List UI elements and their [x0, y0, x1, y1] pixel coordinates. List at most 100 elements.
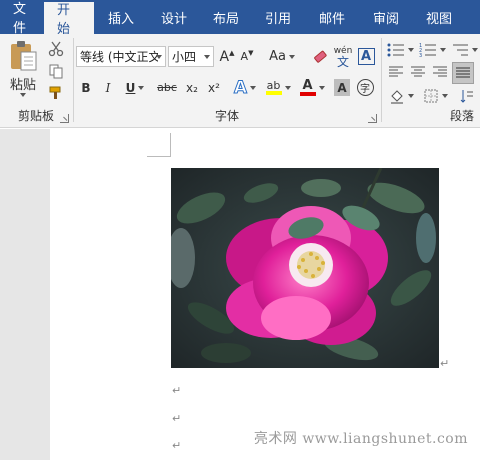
multilevel-list-button[interactable] [450, 40, 478, 60]
down-arrow-icon: ▼ [248, 48, 254, 57]
paragraph-group-label: 段落 [449, 109, 474, 123]
font-name-dropdown[interactable]: 等线 (中文正文 [76, 46, 166, 67]
chevron-down-icon [138, 85, 145, 90]
align-center-button[interactable] [408, 62, 428, 82]
subscript-button[interactable]: x₂ [182, 77, 202, 98]
ribbon: 粘贴 剪贴板 等线 (中文正文 小四 A ▲ A ▼ Aa wén 文 A B … [0, 34, 480, 128]
tab-mailings[interactable]: 邮件 [304, 0, 360, 34]
rose-image [171, 168, 439, 368]
character-shading-label: A [334, 79, 350, 96]
highlight-color-swatch [265, 91, 282, 95]
justify-button[interactable] [452, 62, 474, 84]
tab-references[interactable]: 引用 [252, 0, 304, 34]
sort-icon [460, 90, 473, 103]
enclose-characters-label: 字 [356, 79, 374, 96]
tab-view[interactable]: 视图 [412, 0, 466, 34]
bold-button[interactable]: B [76, 77, 96, 98]
paragraph-mark: ↵ [172, 439, 182, 452]
bullets-button[interactable] [386, 40, 414, 60]
chevron-down-icon [156, 55, 162, 59]
eraser-icon [314, 50, 327, 63]
chevron-down-icon [250, 85, 257, 90]
chevron-down-icon [471, 48, 478, 52]
bold-label: B [81, 80, 91, 95]
font-name-value: 等线 (中文正文 [80, 50, 158, 64]
align-center-icon [411, 66, 425, 77]
chevron-down-icon [407, 48, 414, 52]
font-launcher-icon[interactable] [368, 114, 377, 123]
font-group: 等线 (中文正文 小四 A ▲ A ▼ Aa wén 文 A B I U abc… [74, 34, 380, 128]
page-margin-corner-mark [147, 133, 171, 157]
clipboard-launcher-icon[interactable] [60, 114, 69, 123]
text-effects-button[interactable]: A [230, 77, 260, 98]
watermark-text: 亮术网 www.liangshunet.com [253, 431, 468, 447]
tab-design[interactable]: 设计 [148, 0, 200, 34]
enclose-characters-button[interactable]: 字 [354, 77, 376, 98]
font-size-dropdown[interactable]: 小四 [168, 46, 214, 67]
format-painter-icon [49, 86, 61, 99]
copy-button[interactable] [46, 62, 66, 80]
cut-button[interactable] [46, 40, 66, 58]
underline-button[interactable]: U [120, 77, 150, 98]
clear-formatting-button[interactable] [310, 46, 330, 67]
tab-layout[interactable]: 布局 [200, 0, 252, 34]
paste-dropdown-caret[interactable] [20, 92, 26, 97]
paragraph-mark: ↵ [172, 412, 182, 425]
text-effects-label: A [233, 77, 248, 98]
italic-button[interactable]: I [98, 77, 118, 98]
paragraph-group: 1 2 3 段落 [382, 34, 480, 128]
borders-button[interactable] [420, 86, 450, 106]
strikethrough-label: abc [157, 81, 177, 94]
chevron-down-icon [439, 48, 446, 52]
tab-review[interactable]: 审阅 [360, 0, 412, 34]
chevron-down-icon [407, 94, 414, 98]
font-color-button[interactable]: A [296, 77, 328, 98]
svg-text:3: 3 [419, 53, 422, 58]
align-left-icon [389, 66, 403, 77]
align-left-button[interactable] [386, 62, 406, 82]
change-case-button[interactable]: Aa [266, 46, 298, 67]
paragraph-mark: ↵ [440, 357, 450, 370]
phonetic-guide-button[interactable]: wén 文 [332, 44, 354, 70]
grow-font-button[interactable]: A ▲ [218, 46, 236, 67]
paint-bucket-icon [390, 90, 403, 104]
navigation-gutter [0, 129, 50, 460]
grow-font-label: A [219, 48, 230, 65]
scissors-icon [48, 41, 64, 57]
highlight-color-button[interactable]: ab [262, 77, 294, 98]
paste-icon [11, 40, 37, 70]
rose-photo[interactable] [171, 168, 439, 368]
superscript-button[interactable]: x² [204, 77, 224, 98]
paste-button[interactable]: 粘贴 [4, 38, 42, 98]
align-right-button[interactable] [430, 62, 450, 82]
strikethrough-button[interactable]: abc [154, 77, 180, 98]
ribbon-tab-bar: 文件 开始 插入 设计 布局 引用 邮件 审阅 视图 [0, 0, 480, 37]
borders-icon [424, 89, 437, 103]
font-color-swatch [299, 91, 316, 96]
italic-label: I [105, 80, 111, 95]
tab-insert[interactable]: 插入 [94, 0, 148, 34]
up-arrow-icon: ▲ [229, 48, 235, 57]
superscript-label: x² [208, 80, 220, 95]
multilevel-list-icon [452, 44, 468, 56]
paragraph-mark: ↵ [172, 384, 182, 397]
highlight-label: ab [266, 79, 281, 92]
sort-button[interactable] [456, 86, 476, 106]
chevron-down-icon [441, 94, 448, 98]
shading-button[interactable] [386, 86, 416, 106]
tab-file[interactable]: 文件 [0, 0, 44, 36]
numbering-button[interactable]: 1 2 3 [418, 40, 446, 60]
tab-home[interactable]: 开始 [44, 2, 94, 37]
character-border-icon: A [357, 48, 375, 65]
shrink-font-button[interactable]: A ▼ [238, 46, 256, 67]
font-size-value: 小四 [172, 50, 197, 64]
character-border-button[interactable]: A [356, 46, 376, 67]
chevron-down-icon [204, 55, 210, 59]
highlight-icon: ab [265, 79, 282, 95]
phonetic-bottom: 文 [336, 54, 349, 69]
align-right-icon [433, 66, 447, 77]
font-color-label: A [302, 77, 313, 93]
format-painter-button[interactable] [46, 84, 66, 102]
bullets-icon [387, 43, 404, 57]
character-shading-button[interactable]: A [332, 77, 352, 98]
